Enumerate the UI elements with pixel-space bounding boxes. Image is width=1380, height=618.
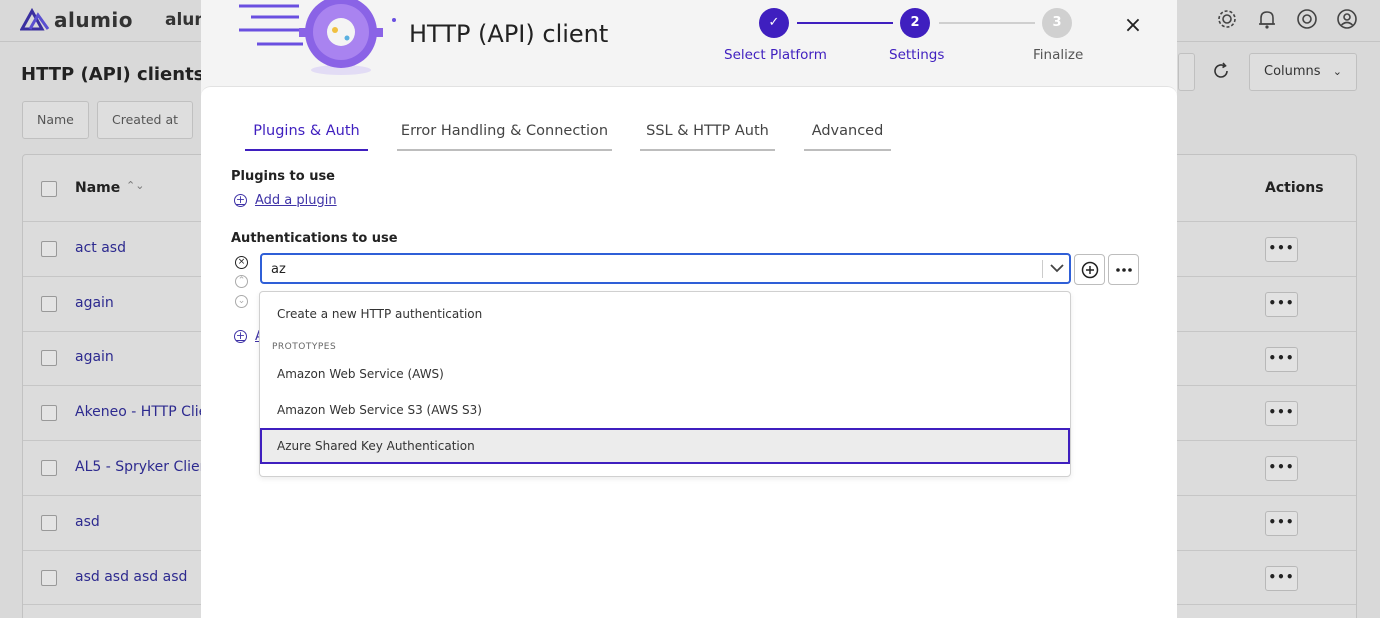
authentications-label: Authentications to use bbox=[231, 231, 398, 246]
modal-title: HTTP (API) client bbox=[409, 20, 609, 48]
row-checkbox[interactable] bbox=[41, 460, 57, 476]
logo: alumio bbox=[20, 7, 133, 33]
create-new-authentication-option[interactable]: Create a new HTTP authentication bbox=[260, 296, 1070, 332]
row-actions-button[interactable]: ••• bbox=[1265, 401, 1298, 426]
row-actions-button[interactable]: ••• bbox=[1265, 566, 1298, 591]
search-box-edge[interactable] bbox=[1178, 53, 1195, 91]
table-row-name[interactable]: again bbox=[75, 349, 114, 365]
authentication-search-input[interactable] bbox=[271, 260, 1031, 278]
table-row-name[interactable]: asd bbox=[75, 514, 100, 530]
settings-gear-illustration-icon bbox=[239, 0, 396, 75]
top-icons bbox=[1216, 8, 1358, 30]
row-checkbox[interactable] bbox=[41, 296, 57, 312]
close-icon[interactable]: × bbox=[1122, 15, 1144, 37]
bell-icon[interactable] bbox=[1256, 8, 1278, 30]
row-checkbox[interactable] bbox=[41, 570, 57, 586]
add-plugin-link[interactable]: + Add a plugin bbox=[234, 193, 337, 208]
add-plugin-label: Add a plugin bbox=[255, 193, 337, 208]
dropdown-option[interactable]: Amazon Web Service (AWS) bbox=[260, 356, 1070, 392]
dropdown-option[interactable]: Amazon Web Service S3 (AWS S3) bbox=[260, 392, 1070, 428]
step-2-number: 2 bbox=[900, 8, 930, 38]
plus-circle-icon: + bbox=[234, 329, 247, 343]
step-connector bbox=[939, 22, 1035, 24]
columns-button-label: Columns bbox=[1264, 64, 1321, 79]
authentication-dropdown: Create a new HTTP authentication PROTOTY… bbox=[259, 291, 1071, 477]
refresh-icon[interactable] bbox=[1210, 60, 1232, 82]
column-header-name[interactable]: Name bbox=[75, 180, 120, 196]
step-connector bbox=[797, 22, 893, 24]
chevron-down-icon: ⌄ bbox=[1332, 65, 1342, 78]
authentication-combobox[interactable] bbox=[260, 253, 1071, 284]
column-header-actions: Actions bbox=[1265, 180, 1324, 196]
row-actions-button[interactable]: ••• bbox=[1265, 347, 1298, 372]
row-checkbox[interactable] bbox=[41, 515, 57, 531]
filter-created-at[interactable]: Created at bbox=[97, 101, 194, 139]
step-2-label: Settings bbox=[889, 47, 945, 63]
remove-circle-icon[interactable]: × bbox=[235, 256, 248, 269]
tab-ssl-http-auth[interactable]: SSL & HTTP Auth bbox=[640, 123, 775, 151]
plus-circle-icon bbox=[1081, 261, 1098, 279]
more-options-button[interactable] bbox=[1108, 254, 1139, 285]
logo-text: alumio bbox=[54, 8, 134, 32]
move-up-icon[interactable]: ⌃ bbox=[235, 275, 248, 288]
dropdown-option-highlighted[interactable]: Azure Shared Key Authentication bbox=[260, 428, 1070, 464]
step-1-label[interactable]: Select Platform bbox=[724, 47, 827, 63]
gear-icon[interactable] bbox=[1216, 8, 1238, 30]
more-dots-icon bbox=[1115, 268, 1132, 272]
sort-icon[interactable]: ⌃⌄ bbox=[126, 179, 144, 192]
tab-error-handling[interactable]: Error Handling & Connection bbox=[397, 123, 612, 151]
plugins-label: Plugins to use bbox=[231, 169, 335, 184]
row-checkbox[interactable] bbox=[41, 405, 57, 421]
table-row-name[interactable]: asd asd asd asd bbox=[75, 569, 187, 585]
table-row-name[interactable]: Akeneo - HTTP Clie bbox=[75, 404, 207, 420]
row-actions-button[interactable]: ••• bbox=[1265, 456, 1298, 481]
add-authentication-button[interactable] bbox=[1074, 254, 1105, 285]
table-row-name[interactable]: again bbox=[75, 295, 114, 311]
row-checkbox[interactable] bbox=[41, 350, 57, 366]
page-title: HTTP (API) clients bbox=[21, 64, 205, 85]
row-actions-button[interactable]: ••• bbox=[1265, 237, 1298, 262]
tab-advanced[interactable]: Advanced bbox=[804, 123, 891, 151]
combobox-separator bbox=[1042, 260, 1043, 278]
plus-circle-icon: + bbox=[234, 193, 247, 207]
filter-name[interactable]: Name bbox=[22, 101, 89, 139]
user-icon[interactable] bbox=[1336, 8, 1358, 30]
table-row-name[interactable]: act asd bbox=[75, 240, 126, 256]
step-3-number: 3 bbox=[1042, 8, 1072, 38]
row-checkbox[interactable] bbox=[41, 241, 57, 257]
step-1-check-icon[interactable]: ✓ bbox=[759, 8, 789, 38]
row-actions-button[interactable]: ••• bbox=[1265, 511, 1298, 536]
move-down-icon[interactable]: ⌄ bbox=[235, 295, 248, 308]
dropdown-group-label: PROTOTYPES bbox=[272, 342, 337, 352]
step-3-label: Finalize bbox=[1033, 47, 1084, 63]
table-row-name[interactable]: AL5 - Spryker Clien bbox=[75, 459, 209, 475]
select-all-checkbox[interactable] bbox=[41, 181, 57, 197]
help-icon[interactable] bbox=[1296, 8, 1318, 30]
logo-icon bbox=[20, 7, 50, 31]
tab-plugins-auth[interactable]: Plugins & Auth bbox=[245, 123, 368, 151]
columns-button[interactable]: Columns ⌄ bbox=[1249, 53, 1357, 91]
chevron-down-icon[interactable] bbox=[1049, 259, 1065, 277]
row-actions-button[interactable]: ••• bbox=[1265, 292, 1298, 317]
